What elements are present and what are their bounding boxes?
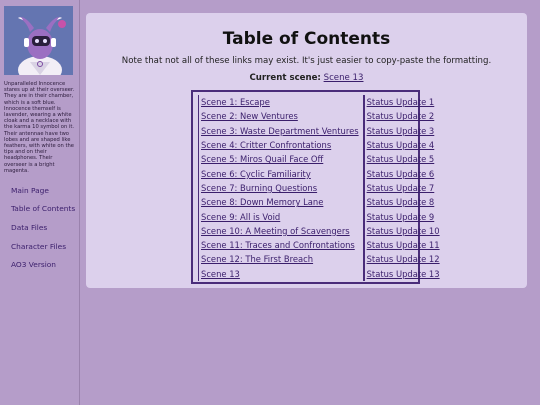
sidebar: Unparalleled Innocence stares up at thei… [0, 0, 80, 405]
toc-status-cell: Status Update 6 [362, 166, 442, 181]
current-scene-link[interactable]: Scene 13 [324, 73, 364, 83]
toc-status-cell: Status Update 8 [362, 195, 442, 210]
toc-row: Scene 12: The First Breach Status Update … [198, 252, 442, 267]
toc-row: Scene 13 Status Update 13 [198, 266, 442, 281]
status-update-link[interactable]: Status Update 13 [367, 269, 440, 279]
scene-link[interactable]: Scene 12: The First Breach [201, 254, 313, 264]
status-update-link[interactable]: Status Update 11 [367, 240, 440, 250]
status-update-link[interactable]: Status Update 9 [367, 212, 435, 222]
toc-scene-cell: Scene 9: All is Void [198, 209, 361, 224]
page-note: Note that not all of these links may exi… [121, 56, 492, 66]
toc-status-cell: Status Update 4 [362, 137, 442, 153]
toc-table: Scene 1: Escape Status Update 1 Scene 2: N… [196, 95, 444, 281]
status-update-link[interactable]: Status Update 1 [367, 97, 435, 107]
toc-scene-cell: Scene 8: Down Memory Lane [198, 195, 361, 210]
scene-link[interactable]: Scene 2: New Ventures [201, 111, 298, 121]
toc-row: Scene 8: Down Memory Lane Status Update 8 [198, 195, 442, 210]
toc-row: Scene 4: Critter Confrontations Status Up… [198, 137, 442, 153]
scene-link[interactable]: Scene 11: Traces and Confrontations [201, 240, 355, 250]
nav-main-page[interactable]: Main Page [11, 186, 77, 195]
toc-scene-cell: Scene 11: Traces and Confrontations [198, 237, 361, 253]
page-title: Table of Contents [222, 29, 391, 49]
toc-status-cell: Status Update 10 [362, 223, 442, 238]
scene-link[interactable]: Scene 6: Cyclic Familiarity [201, 169, 311, 179]
toc-scene-cell: Scene 3: Waste Department Ventures [198, 123, 361, 138]
status-update-link[interactable]: Status Update 4 [367, 140, 435, 150]
sidebar-nav: Main Page Table of Contents Data Files C… [11, 186, 77, 278]
avatar [4, 6, 73, 75]
status-update-link[interactable]: Status Update 3 [367, 126, 435, 136]
toc-scene-cell: Scene 12: The First Breach [198, 252, 361, 267]
toc-status-cell: Status Update 7 [362, 180, 442, 196]
avatar-caption: Unparalleled Innocence stares up at thei… [4, 81, 75, 174]
toc-scene-cell: Scene 6: Cyclic Familiarity [198, 166, 361, 181]
scene-link[interactable]: Scene 13 [201, 269, 240, 279]
toc-status-cell: Status Update 12 [362, 252, 442, 267]
toc-status-cell: Status Update 11 [362, 237, 442, 253]
scene-link[interactable]: Scene 10: A Meeting of Scavengers [201, 226, 350, 236]
scene-link[interactable]: Scene 4: Critter Confrontations [201, 140, 331, 150]
toc-scene-cell: Scene 1: Escape [198, 95, 361, 110]
toc-status-cell: Status Update 9 [362, 209, 442, 224]
scene-link[interactable]: Scene 3: Waste Department Ventures [201, 126, 359, 136]
toc-row: Scene 9: All is Void Status Update 9 [198, 209, 442, 224]
status-update-link[interactable]: Status Update 2 [367, 111, 435, 121]
status-update-link[interactable]: Status Update 7 [367, 183, 435, 193]
status-update-link[interactable]: Status Update 8 [367, 197, 435, 207]
toc-row: Scene 5: Miros Quail Face Off Status Upda… [198, 152, 442, 167]
current-scene: Current scene: Scene 13 [86, 73, 527, 83]
toc-row: Scene 10: A Meeting of Scavengers Status … [198, 223, 442, 238]
toc-status-cell: Status Update 13 [362, 266, 442, 281]
scene-link[interactable]: Scene 7: Burning Questions [201, 183, 317, 193]
scene-link[interactable]: Scene 9: All is Void [201, 212, 280, 222]
scene-link[interactable]: Scene 1: Escape [201, 97, 270, 107]
nav-table-of-contents[interactable]: Table of Contents [11, 204, 77, 213]
current-scene-label: Current scene: [249, 73, 321, 83]
toc-row: Scene 1: Escape Status Update 1 [198, 95, 442, 110]
scene-link[interactable]: Scene 8: Down Memory Lane [201, 197, 323, 207]
status-update-link[interactable]: Status Update 5 [367, 154, 435, 164]
nav-ao3-version[interactable]: AO3 Version [11, 260, 77, 269]
toc-row: Scene 2: New Ventures Status Update 2 [198, 109, 442, 124]
toc-scene-cell: Scene 4: Critter Confrontations [198, 137, 361, 153]
toc-row: Scene 3: Waste Department Ventures Status… [198, 123, 442, 138]
toc-scene-cell: Scene 5: Miros Quail Face Off [198, 152, 361, 167]
toc-scene-cell: Scene 2: New Ventures [198, 109, 361, 124]
toc-table-container: Scene 1: Escape Status Update 1 Scene 2: N… [191, 90, 440, 284]
toc-status-cell: Status Update 1 [362, 95, 442, 110]
toc-scene-cell: Scene 13 [198, 266, 361, 281]
toc-status-cell: Status Update 3 [362, 123, 442, 138]
status-update-link[interactable]: Status Update 10 [367, 226, 440, 236]
toc-scene-cell: Scene 7: Burning Questions [198, 180, 361, 196]
toc-row: Scene 7: Burning Questions Status Update … [198, 180, 442, 196]
toc-row: Scene 6: Cyclic Familiarity Status Update… [198, 166, 442, 181]
avatar-illustration [4, 6, 73, 75]
scene-link[interactable]: Scene 5: Miros Quail Face Off [201, 154, 323, 164]
toc-status-cell: Status Update 2 [362, 109, 442, 124]
main-panel: Table of Contents Note that not all of t… [86, 13, 527, 288]
status-update-link[interactable]: Status Update 12 [367, 254, 440, 264]
nav-data-files[interactable]: Data Files [11, 223, 77, 232]
toc-scene-cell: Scene 10: A Meeting of Scavengers [198, 223, 361, 238]
toc-status-cell: Status Update 5 [362, 152, 442, 167]
status-update-link[interactable]: Status Update 6 [367, 169, 435, 179]
nav-character-files[interactable]: Character Files [11, 242, 77, 251]
toc-row: Scene 11: Traces and Confrontations Statu… [198, 237, 442, 253]
